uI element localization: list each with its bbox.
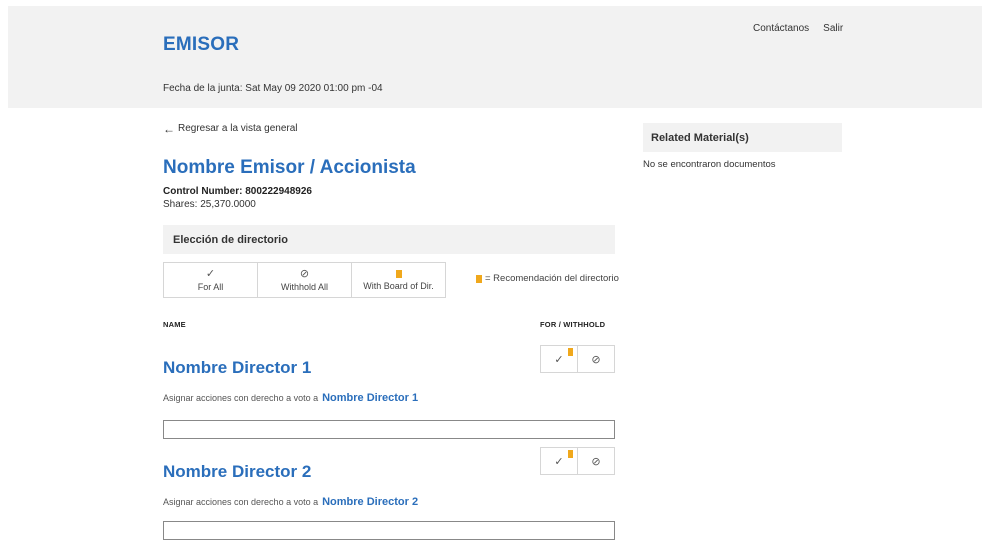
bulk-vote-group: ✓ For All ⊘ Withhold All With Board of D… — [163, 262, 446, 298]
with-board-label: With Board of Dir. — [363, 280, 434, 291]
shares-count: Shares: 25,370.0000 — [163, 199, 256, 210]
related-materials-title: Related Material(s) — [651, 131, 749, 144]
logout-link[interactable]: Salir — [823, 23, 843, 34]
vote-for-button[interactable]: ✓ — [541, 448, 578, 474]
bookmark-flag-icon — [568, 348, 573, 356]
vote-withhold-button[interactable]: ⊘ — [578, 346, 614, 372]
back-link-label: Regresar a la vista general — [178, 123, 298, 134]
ban-icon: ⊘ — [299, 268, 310, 280]
director-name: Nombre Director 1 — [163, 358, 312, 377]
legend-text: = Recomendación del directorio — [485, 273, 619, 284]
check-icon: ✓ — [554, 353, 564, 366]
page-title: Nombre Emisor / Accionista — [163, 157, 416, 178]
recommendation-legend: = Recomendación del directorio — [476, 273, 619, 284]
ban-icon: ⊘ — [591, 455, 601, 468]
section-title: Elección de directorio — [173, 233, 288, 246]
meeting-date: Fecha de la junta: Sat May 09 2020 01:00… — [163, 83, 383, 94]
assign-shares-row: Asignar acciones con derecho a voto a No… — [163, 392, 418, 404]
vote-toggle-director-2: ✓ ⊘ — [540, 447, 615, 475]
page-header: EMISOR Fecha de la junta: Sat May 09 202… — [8, 6, 982, 108]
section-header: Elección de directorio — [163, 225, 615, 254]
assign-shares-input[interactable] — [163, 420, 615, 439]
issuer-brand: EMISOR — [163, 34, 240, 55]
director-name: Nombre Director 2 — [163, 462, 312, 481]
assign-shares-input[interactable] — [163, 521, 615, 540]
withhold-all-button[interactable]: ⊘ Withhold All — [258, 263, 352, 297]
for-all-button[interactable]: ✓ For All — [164, 263, 258, 297]
related-materials-header: Related Material(s) — [643, 123, 842, 152]
column-header-vote: FOR / WITHHOLD — [540, 320, 606, 329]
related-materials-empty: No se encontraron documentos — [643, 159, 776, 170]
assign-director-name: Nombre Director 1 — [322, 392, 419, 404]
with-board-button[interactable]: With Board of Dir. — [352, 263, 445, 297]
assign-label: Asignar acciones con derecho a voto a — [163, 393, 319, 403]
contact-link[interactable]: Contáctanos — [753, 23, 809, 34]
vote-for-button[interactable]: ✓ — [541, 346, 578, 372]
control-number: Control Number: 800222948926 — [163, 186, 312, 197]
assign-shares-row: Asignar acciones con derecho a voto a No… — [163, 496, 418, 508]
assign-label: Asignar acciones con derecho a voto a — [163, 497, 319, 507]
vote-toggle-director-1: ✓ ⊘ — [540, 345, 615, 373]
vote-withhold-button[interactable]: ⊘ — [578, 448, 614, 474]
check-icon: ✓ — [205, 268, 216, 280]
bookmark-flag-icon — [395, 269, 402, 278]
column-header-name: NAME — [163, 320, 186, 329]
ban-icon: ⊘ — [591, 353, 601, 366]
assign-director-name: Nombre Director 2 — [322, 496, 419, 508]
bookmark-flag-icon — [476, 274, 482, 283]
back-to-overview-link[interactable]: ← Regresar a la vista general — [163, 121, 298, 136]
top-nav: Contáctanos Salir — [753, 23, 843, 34]
for-all-label: For All — [197, 282, 224, 292]
bookmark-flag-icon — [568, 450, 573, 458]
withhold-all-label: Withhold All — [280, 282, 329, 292]
arrow-left-icon: ← — [163, 121, 175, 136]
check-icon: ✓ — [554, 455, 564, 468]
